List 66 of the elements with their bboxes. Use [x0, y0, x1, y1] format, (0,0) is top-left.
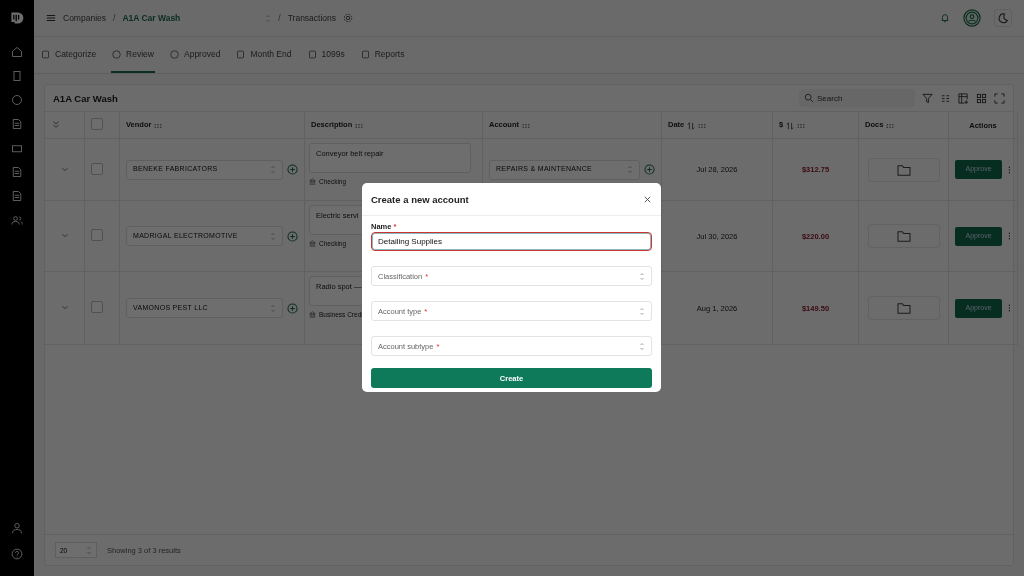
- drag-handle-icon[interactable]: [355, 121, 364, 130]
- folder-icon: [896, 163, 911, 176]
- user-avatar-icon[interactable]: [963, 9, 981, 27]
- menu-icon[interactable]: [46, 13, 56, 23]
- tab[interactable]: Approved: [169, 37, 222, 73]
- checkbox[interactable]: [91, 162, 103, 175]
- folder-icon: [896, 230, 911, 242]
- home-icon[interactable]: [11, 46, 23, 58]
- drag-handle-icon[interactable]: [154, 121, 163, 130]
- add-icon[interactable]: [287, 230, 298, 242]
- add-icon[interactable]: [287, 302, 298, 314]
- chevron-updown-icon: [639, 341, 645, 351]
- card-title: A1A Car Wash: [53, 92, 118, 104]
- drag-handle-icon[interactable]: [698, 121, 707, 130]
- sort-icon[interactable]: [687, 121, 696, 130]
- fullscreen-icon[interactable]: [994, 92, 1005, 104]
- grid-icon[interactable]: [976, 92, 987, 104]
- circle-icon: [170, 49, 179, 59]
- checkbox[interactable]: [91, 118, 103, 130]
- bank-icon: [309, 311, 316, 319]
- name-field[interactable]: Detailing Supplies: [371, 232, 652, 251]
- bank-icon: [309, 178, 316, 186]
- folder-icon: [896, 302, 911, 314]
- moon-icon[interactable]: [994, 9, 1012, 27]
- company-selector[interactable]: A1A Car Wash: [122, 13, 272, 23]
- bell-icon[interactable]: [940, 13, 950, 23]
- chevron-updown-icon: [639, 271, 645, 281]
- columns-icon[interactable]: [940, 92, 951, 104]
- search-field[interactable]: Search: [799, 89, 915, 107]
- checkbox[interactable]: [91, 229, 103, 241]
- expand-all-icon[interactable]: [51, 119, 61, 129]
- docs-button[interactable]: [867, 296, 940, 320]
- settings-icon[interactable]: [343, 13, 354, 23]
- tab[interactable]: Categorize: [40, 37, 98, 73]
- chevron-updown-icon: [639, 306, 645, 316]
- more-icon[interactable]: [1008, 231, 1011, 241]
- checkbox[interactable]: [91, 301, 103, 313]
- bank-icon: [309, 240, 316, 248]
- tab[interactable]: Month End: [235, 37, 293, 73]
- drag-handle-icon[interactable]: [886, 121, 895, 130]
- search-icon: [804, 93, 814, 103]
- user-icon[interactable]: [11, 522, 23, 534]
- companies-link[interactable]: Companies: [63, 13, 106, 23]
- drag-handle-icon[interactable]: [522, 121, 530, 130]
- sort-icon[interactable]: [786, 121, 795, 130]
- tab[interactable]: 1099s: [306, 37, 346, 73]
- drag-handle-icon[interactable]: [797, 121, 806, 130]
- table-add-icon[interactable]: [958, 92, 969, 104]
- close-icon[interactable]: [643, 194, 652, 204]
- add-icon[interactable]: [644, 164, 655, 175]
- tab[interactable]: Reports: [359, 37, 406, 73]
- page-title: Transactions: [287, 13, 337, 23]
- people-icon[interactable]: [11, 214, 23, 226]
- breadcrumb-separator: /: [278, 13, 281, 23]
- circle-icon: [112, 49, 122, 59]
- add-icon[interactable]: [287, 164, 298, 175]
- filter-icon[interactable]: [922, 92, 933, 104]
- docs-button[interactable]: [867, 224, 940, 248]
- docs-button[interactable]: [867, 157, 940, 182]
- logo-icon[interactable]: [9, 10, 25, 26]
- more-icon[interactable]: [1008, 303, 1011, 313]
- help-icon[interactable]: [11, 548, 23, 560]
- more-icon[interactable]: [1008, 164, 1011, 175]
- dialog-title: Create a new account: [371, 193, 469, 205]
- tab[interactable]: Review: [111, 37, 155, 73]
- breadcrumb-separator: /: [113, 13, 116, 23]
